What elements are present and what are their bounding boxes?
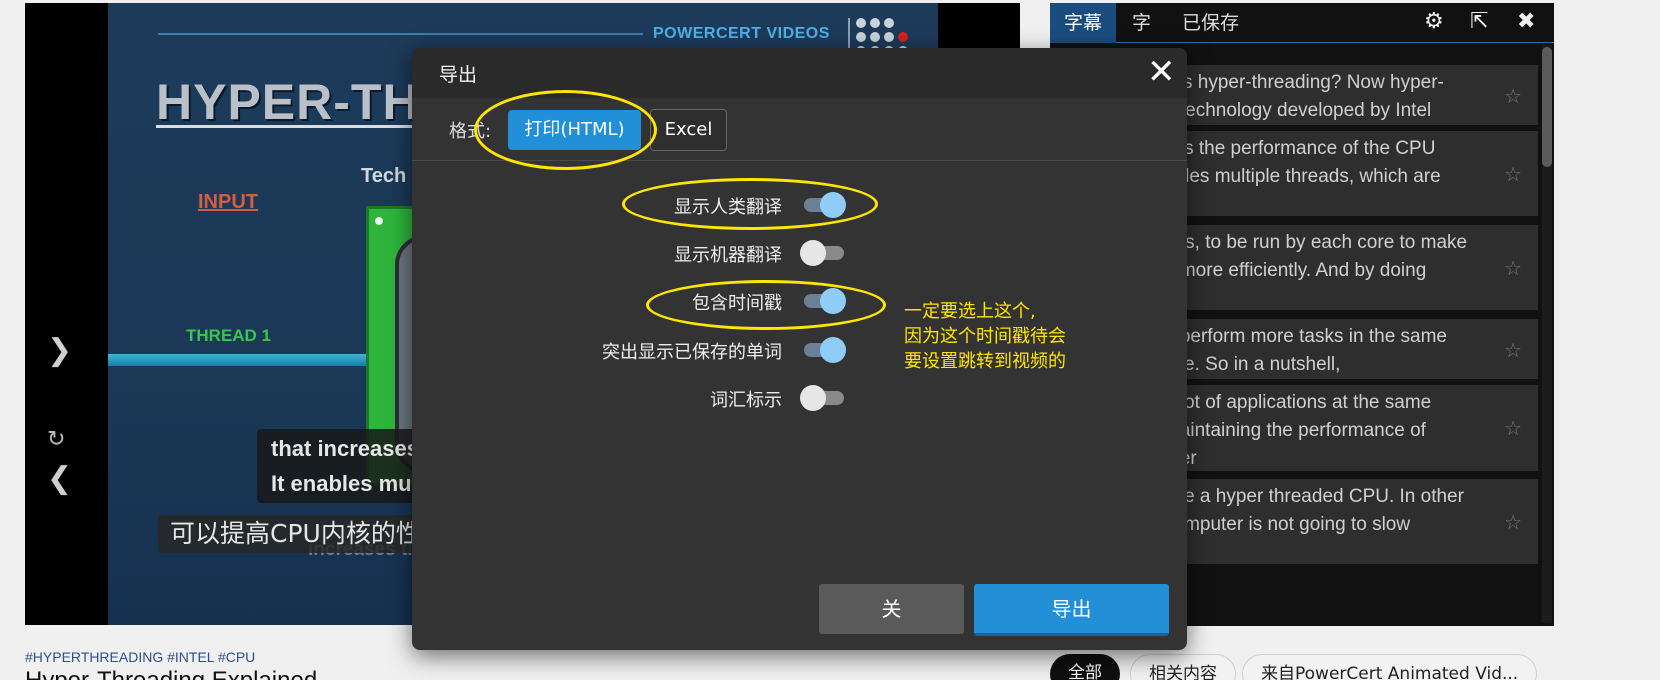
close-button[interactable]: 关 <box>819 584 964 634</box>
option-vocab-marker-toggle[interactable] <box>800 385 844 411</box>
replay-icon[interactable]: ↻ <box>47 427 65 452</box>
chip-all[interactable]: 全部 <box>1050 654 1120 680</box>
slide-thread-label: THREAD 1 <box>186 326 272 345</box>
gear-icon[interactable]: ⚙ <box>1424 9 1444 34</box>
subtitle-line: uter <box>1164 445 1488 473</box>
star-icon[interactable]: ☆ <box>1504 509 1522 537</box>
chip-related[interactable]: 相关内容 <box>1130 654 1236 680</box>
annotation-note-line: 因为这个时间戳待会 <box>904 326 1066 347</box>
option-highlight-saved-toggle[interactable] <box>800 337 846 363</box>
subtitle-line: n perform more tasks in the same <box>1164 326 1447 347</box>
format-row: 格式: 打印(HTML) Excel <box>412 98 1187 161</box>
star-icon[interactable]: ☆ <box>1504 415 1522 443</box>
format-excel-button[interactable]: Excel <box>650 109 727 151</box>
export-button[interactable]: 导出 <box>974 584 1169 636</box>
option-timestamp-label: 包含时间戳 <box>692 293 782 314</box>
chip-from-channel[interactable]: 来自PowerCert Animated Vid... <box>1242 654 1538 680</box>
star-icon[interactable]: ☆ <box>1504 255 1522 283</box>
star-icon[interactable]: ☆ <box>1504 337 1522 365</box>
subtitle-line: ons, to be run by each core to make <box>1164 232 1468 253</box>
toggle-knob <box>820 192 846 218</box>
tab-saved[interactable]: 已保存 <box>1168 3 1253 43</box>
annotation-note-line: 一定要选上这个, <box>904 301 1036 322</box>
panel-scrollbar[interactable] <box>1542 45 1552 623</box>
option-highlight-saved-label: 突出显示已保存的单词 <box>602 342 782 363</box>
panel-scrollbar-thumb[interactable] <box>1542 47 1552 167</box>
dialog-header: 导出 ✕ <box>412 48 1187 98</box>
tab-subtitles[interactable]: 字幕 <box>1050 3 1117 43</box>
video-title: Hyper-Threading Explained <box>25 667 317 680</box>
format-label: 格式: <box>449 121 492 142</box>
toggle-knob <box>800 385 826 411</box>
tab-words[interactable]: 字 <box>1118 3 1165 43</box>
subtitle-line: computer is not going to slow <box>1164 514 1411 535</box>
option-machine-translation-toggle[interactable] <box>800 240 844 266</box>
subtitle-line: ses the performance of the CPU <box>1164 138 1436 159</box>
subtitle-line: a lot of applications at the same <box>1164 392 1432 413</box>
slide-input-label: INPUT <box>198 191 258 213</box>
video-hashtags[interactable]: #HYPERTHREADING #INTEL #CPU <box>25 649 255 665</box>
option-vocab-marker-label: 词汇标示 <box>710 390 782 411</box>
star-icon[interactable]: ☆ <box>1504 161 1522 189</box>
slide-thread-pipe <box>108 354 368 366</box>
subtitle-line: a technology developed by Intel <box>1164 100 1432 121</box>
subtitle-line: n more efficiently. And by doing <box>1164 260 1427 281</box>
chevron-left-icon[interactable]: ❮ <box>47 461 72 496</box>
toggle-knob <box>820 288 846 314</box>
option-timestamp-toggle[interactable] <box>800 288 846 314</box>
caption-english-line: that increases <box>271 436 419 461</box>
dialog-title: 导出 <box>439 64 478 86</box>
panel-tabbar: 字幕 字 已保存 ⚙ ⇱ ✖ <box>1050 3 1554 43</box>
annotation-note-line: 要设置跳转到视频的 <box>904 351 1066 372</box>
subtitle-line: maintaining the performance of <box>1164 420 1426 441</box>
toggle-knob <box>800 240 826 266</box>
subtitle-line: ime. So in a nutshell, <box>1164 354 1341 375</box>
format-html-button[interactable]: 打印(HTML) <box>508 110 641 150</box>
star-icon[interactable]: ☆ <box>1504 83 1522 111</box>
subtitle-line: y is hyper-threading? Now hyper- <box>1164 72 1444 93</box>
slide-subtitle: Tech <box>361 165 407 187</box>
export-icon[interactable]: ⇱ <box>1470 9 1488 34</box>
close-icon[interactable]: ✕ <box>1147 52 1176 92</box>
chevron-right-icon[interactable]: ❯ <box>47 333 72 368</box>
subtitle-line: ables multiple threads, which are <box>1164 166 1441 187</box>
slide-brand: POWERCERT VIDEOS <box>653 25 830 42</box>
option-human-translation-label: 显示人类翻译 <box>674 197 782 218</box>
option-machine-translation-label: 显示机器翻译 <box>674 245 782 266</box>
option-human-translation-toggle[interactable] <box>800 192 846 218</box>
toggle-knob <box>820 337 846 363</box>
slide-top-line <box>158 33 643 35</box>
close-icon[interactable]: ✖ <box>1517 9 1535 34</box>
caption-english-line: It enables mult <box>271 471 426 496</box>
subtitle-line: ave a hyper threaded CPU. In other <box>1164 486 1464 507</box>
export-dialog: 导出 ✕ 格式: 打印(HTML) Excel 显示人类翻译 显示机器翻译 包含… <box>412 48 1187 650</box>
annotation-note: 一定要选上这个, 因为这个时间戳待会 要设置跳转到视频的 <box>904 299 1066 374</box>
